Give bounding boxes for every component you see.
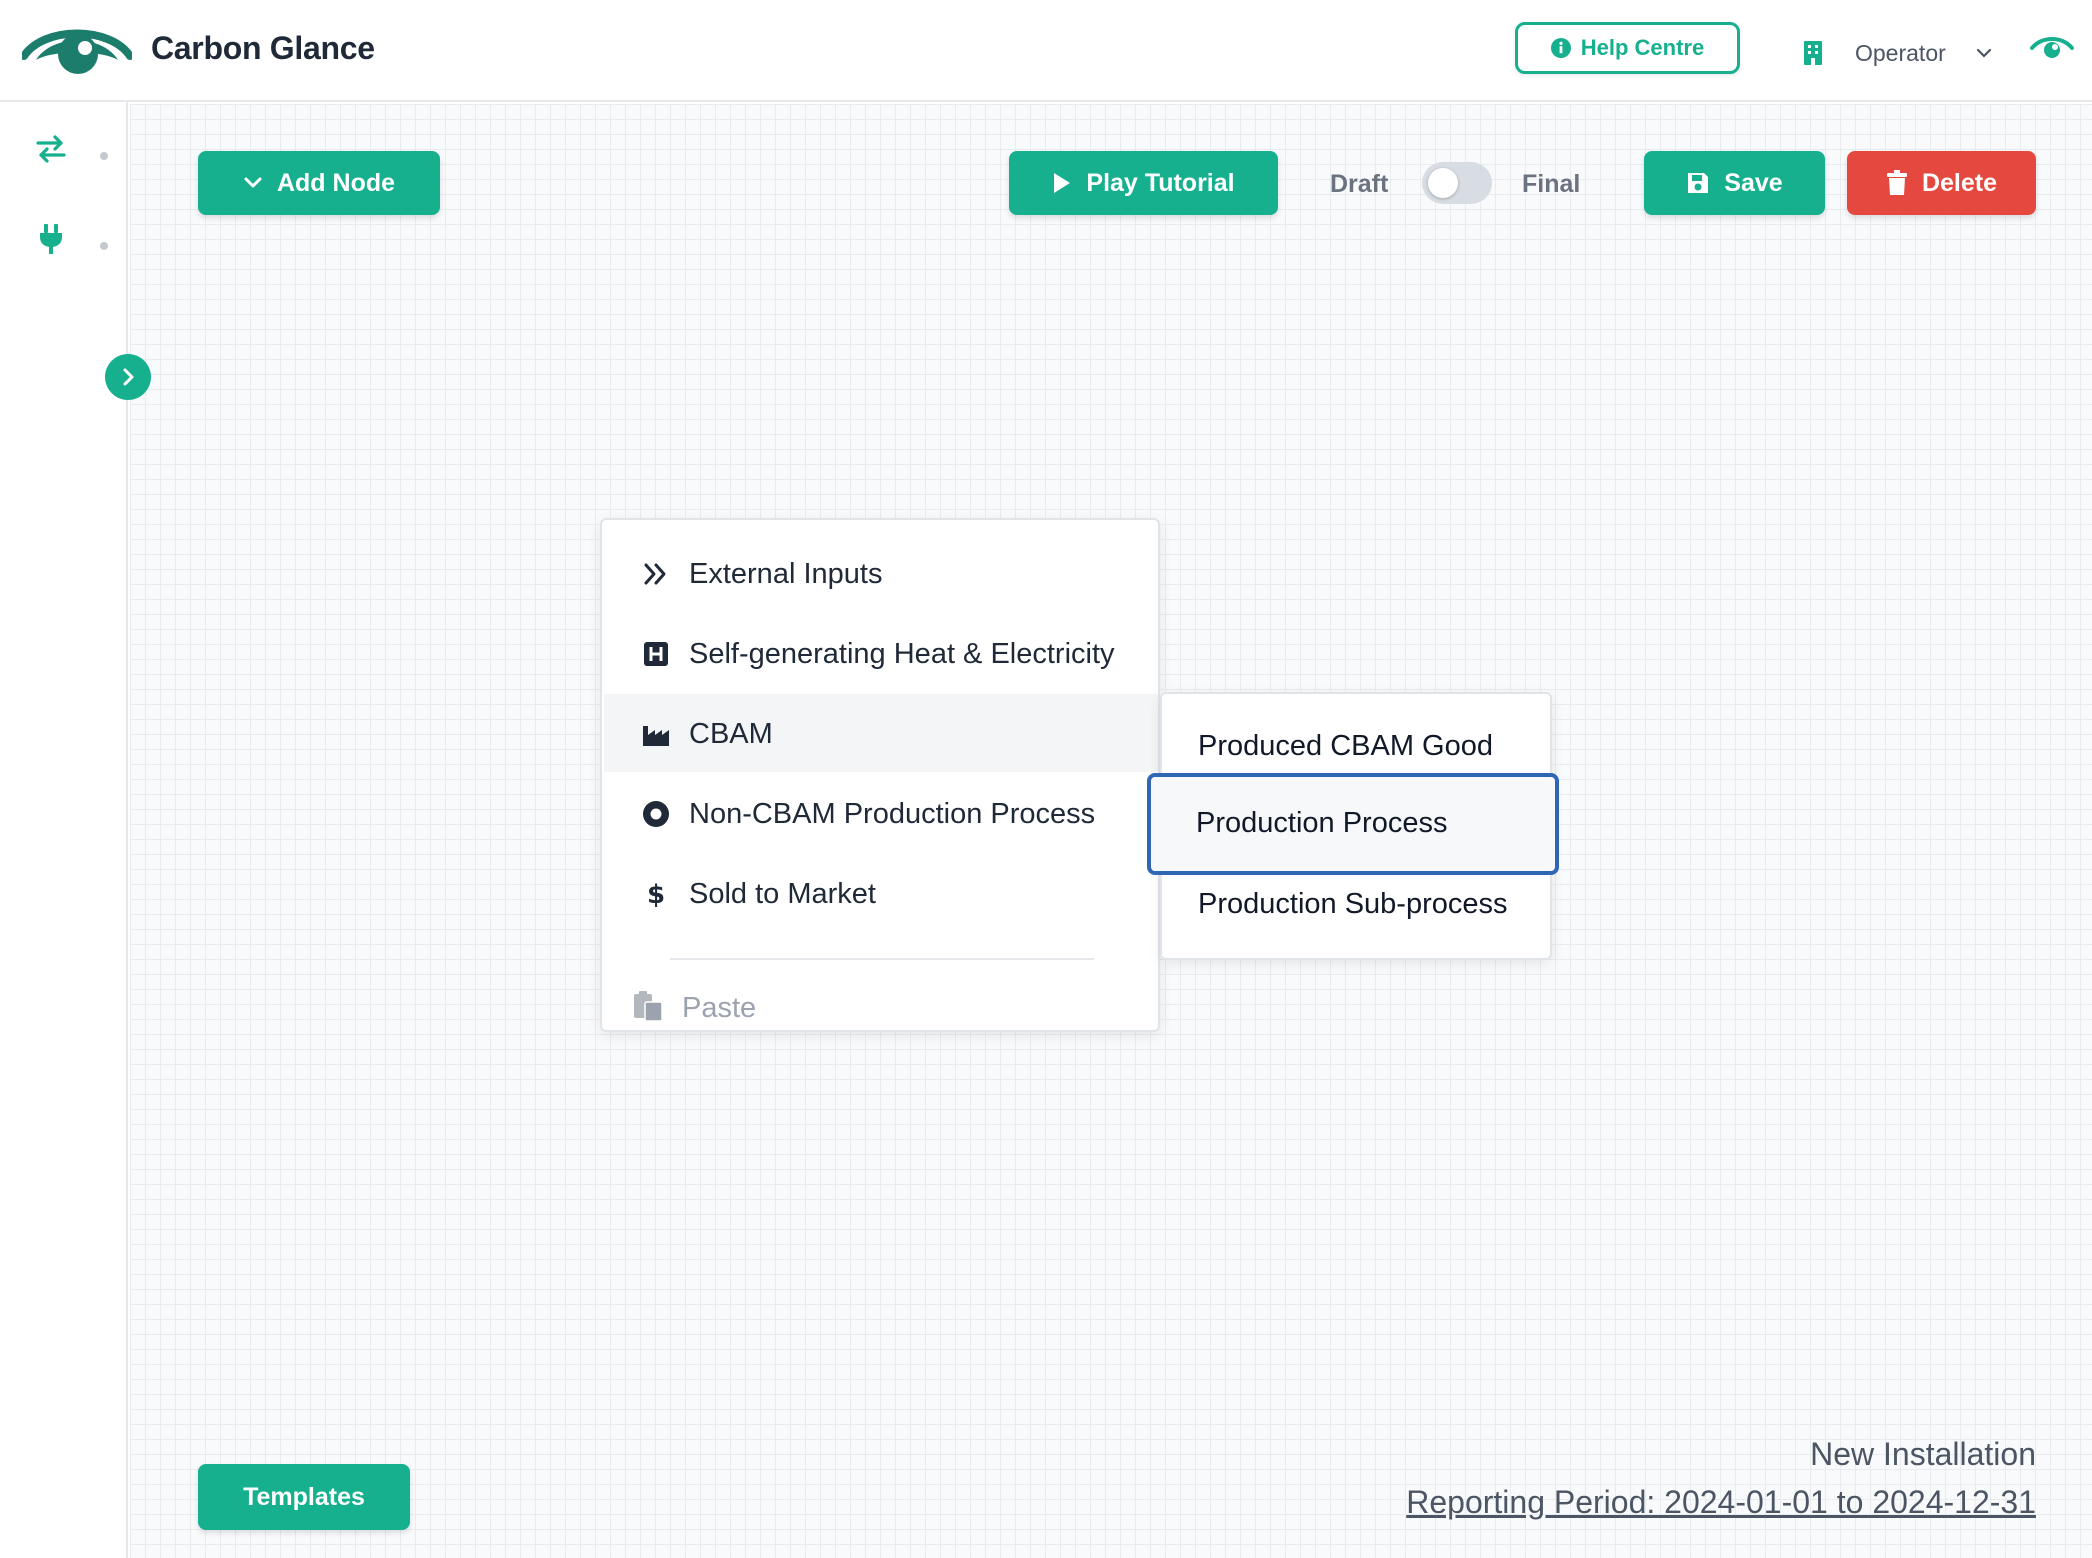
floppy-disk-icon	[1688, 173, 1709, 193]
menu-item-sold-to-market[interactable]: $ Sold to Market	[604, 854, 1158, 932]
menu-item-paste[interactable]: Paste	[632, 972, 1032, 1032]
chevron-down-icon	[244, 177, 262, 188]
clipboard-icon	[634, 991, 663, 1022]
menu-item-label: CBAM	[689, 718, 773, 750]
submenu-item-production-sub-process[interactable]: Production Sub-process	[1198, 888, 1508, 921]
eye-icon[interactable]	[2030, 34, 2074, 62]
app-title: Carbon Glance	[151, 30, 375, 66]
delete-label: Delete	[1921, 168, 1998, 197]
dot-circle-icon	[643, 801, 669, 827]
toggle-knob	[1428, 168, 1458, 198]
rail-status-dot	[100, 152, 108, 160]
left-rail	[0, 102, 128, 1558]
play-tutorial-label: Play Tutorial	[1086, 168, 1235, 197]
info-icon	[1550, 38, 1571, 58]
arrows-exchange-icon[interactable]	[34, 132, 68, 166]
chevron-right-icon	[123, 368, 134, 386]
add-node-button[interactable]: Add Node	[198, 151, 440, 215]
menu-item-self-generating[interactable]: Self-generating Heat & Electricity	[604, 614, 1158, 692]
draft-final-toggle[interactable]	[1422, 162, 1492, 204]
menu-item-label: Non-CBAM Production Process	[689, 798, 1096, 830]
save-button[interactable]: Save	[1644, 151, 1825, 215]
save-label: Save	[1724, 168, 1783, 197]
play-tutorial-button[interactable]: Play Tutorial	[1009, 151, 1278, 215]
delete-button[interactable]: Delete	[1847, 151, 2036, 215]
menu-item-non-cbam[interactable]: Non-CBAM Production Process	[604, 774, 1158, 852]
menu-item-label: External Inputs	[689, 558, 883, 590]
h-square-icon	[644, 642, 668, 666]
rail-status-dot	[100, 242, 108, 250]
add-node-context-menu: External Inputs Self-generating Heat & E…	[600, 518, 1160, 1032]
draft-label: Draft	[1330, 170, 1389, 198]
installation-name: New Installation	[1810, 1436, 2036, 1472]
double-chevron-right-icon	[644, 563, 666, 585]
final-label: Final	[1522, 170, 1581, 198]
chevron-down-icon[interactable]	[1975, 44, 1993, 62]
play-icon	[1054, 173, 1071, 193]
logo-eye-icon[interactable]	[22, 20, 132, 80]
menu-item-label: Sold to Market	[689, 878, 876, 910]
paste-label: Paste	[682, 992, 757, 1024]
menu-item-cbam[interactable]: CBAM	[604, 694, 1158, 772]
top-header: Carbon Glance Help Centre Operator	[0, 0, 2092, 102]
menu-item-external-inputs[interactable]: External Inputs	[604, 534, 1158, 612]
add-node-label: Add Node	[276, 168, 396, 197]
submenu-item-label: Production Process	[1196, 807, 1448, 839]
reporting-period-link[interactable]: Reporting Period: 2024-01-01 to 2024-12-…	[1406, 1484, 2036, 1521]
help-centre-button[interactable]: Help Centre	[1515, 22, 1740, 74]
trash-icon	[1886, 170, 1907, 195]
menu-divider	[670, 958, 1094, 960]
building-icon	[1804, 41, 1822, 65]
plug-icon[interactable]	[34, 222, 68, 256]
help-centre-label: Help Centre	[1580, 35, 1705, 60]
industry-icon	[643, 726, 669, 746]
expand-sidebar-button[interactable]	[105, 354, 151, 400]
submenu-item-production-process[interactable]: Production Process	[1147, 773, 1559, 875]
dollar-icon: $	[647, 880, 665, 908]
submenu-item-produced-cbam-good[interactable]: Produced CBAM Good	[1198, 730, 1493, 763]
menu-item-label: Self-generating Heat & Electricity	[689, 638, 1115, 670]
role-selector[interactable]: Operator	[1855, 40, 1946, 67]
templates-button[interactable]: Templates	[198, 1464, 410, 1530]
svg-text:$: $	[647, 880, 665, 908]
